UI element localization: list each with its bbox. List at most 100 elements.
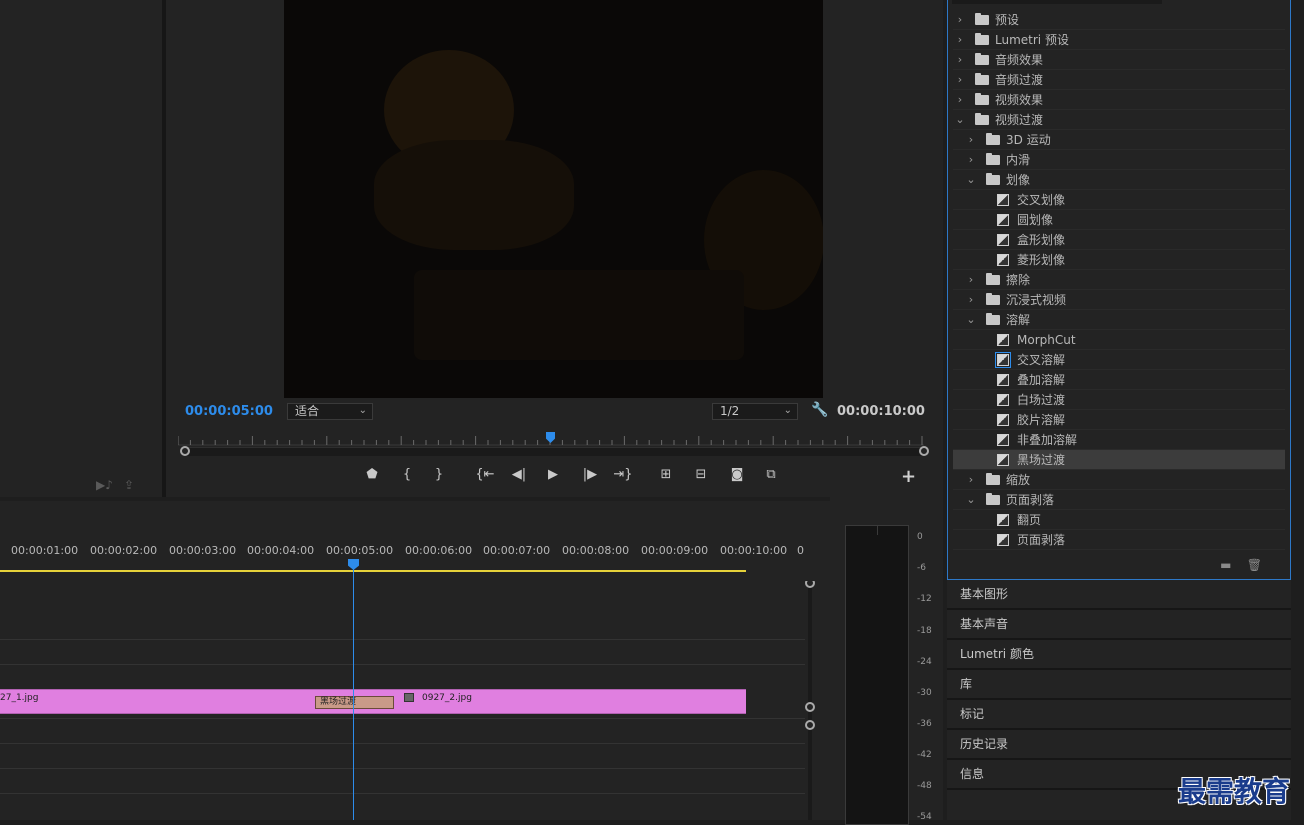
- effect-item-row[interactable]: 胶片溶解: [953, 410, 1285, 430]
- panel-history[interactable]: 历史记录: [947, 730, 1291, 760]
- chevron-right-icon[interactable]: ›: [955, 90, 965, 110]
- effect-label: 交叉溶解: [1017, 353, 1066, 367]
- effects-folder-row[interactable]: › 缩放: [953, 470, 1285, 490]
- effects-folder-row[interactable]: › 视频效果: [953, 90, 1285, 110]
- effect-item-row[interactable]: MorphCut: [953, 330, 1285, 350]
- mark-in-icon[interactable]: {: [396, 465, 418, 485]
- effect-item-row[interactable]: 菱形划像: [953, 250, 1285, 270]
- timeline-ruler[interactable]: 00:00:01:00 00:00:02:00 00:00:03:00 00:0…: [0, 541, 804, 561]
- export-icon[interactable]: ⇪: [124, 478, 134, 492]
- step-back-icon[interactable]: ◀|: [508, 465, 530, 485]
- effect-item-row[interactable]: 交叉溶解: [953, 350, 1285, 370]
- effects-folder-row[interactable]: › 内滑: [953, 150, 1285, 170]
- marker-icon[interactable]: ⬟: [361, 465, 383, 485]
- work-area-bar[interactable]: [0, 570, 746, 572]
- zoom-select[interactable]: 适合 ⌄: [287, 403, 373, 420]
- go-to-in-icon[interactable]: {⇤: [474, 465, 496, 485]
- chevron-right-icon[interactable]: ›: [966, 270, 976, 290]
- effects-folder-row[interactable]: ⌄ 划像: [953, 170, 1285, 190]
- scroll-handle[interactable]: [805, 581, 815, 588]
- panel-essential-sound[interactable]: 基本声音: [947, 610, 1291, 640]
- step-forward-icon[interactable]: |▶: [579, 465, 601, 485]
- effects-folder-row[interactable]: › 3D 运动: [953, 130, 1285, 150]
- effect-item-row[interactable]: 交叉划像: [953, 190, 1285, 210]
- chevron-right-icon[interactable]: ›: [966, 130, 976, 150]
- resolution-select[interactable]: 1/2 ⌄: [712, 403, 798, 420]
- effects-folder-row[interactable]: ⌄ 页面剥落: [953, 490, 1285, 510]
- effects-folder-row[interactable]: ⌄ 溶解: [953, 310, 1285, 330]
- chevron-down-icon[interactable]: ⌄: [966, 170, 976, 190]
- chevron-right-icon[interactable]: ›: [966, 470, 976, 490]
- folder-icon: [986, 293, 1000, 305]
- panel-markers[interactable]: 标记: [947, 700, 1291, 730]
- delete-icon[interactable]: 🗑: [1247, 558, 1262, 572]
- new-bin-icon[interactable]: ▬: [1220, 558, 1231, 572]
- effect-label: 视频过渡: [995, 113, 1044, 127]
- play-icon[interactable]: ▶: [542, 465, 564, 485]
- chevron-right-icon[interactable]: ›: [955, 50, 965, 70]
- audio-only-icon[interactable]: ▶♪: [96, 478, 113, 492]
- folder-icon: [975, 113, 989, 125]
- lift-icon[interactable]: ⊞: [655, 465, 677, 485]
- effect-label: 交叉划像: [1017, 193, 1066, 207]
- mark-out-icon[interactable]: }: [428, 465, 450, 485]
- db-label: -54: [917, 812, 932, 822]
- effects-folder-row[interactable]: › Lumetri 预设: [953, 30, 1285, 50]
- chevron-right-icon[interactable]: ›: [966, 150, 976, 170]
- effect-item-row[interactable]: 翻页: [953, 510, 1285, 530]
- transition-clip[interactable]: 黑场过渡: [315, 696, 394, 709]
- effect-label: 3D 运动: [1006, 133, 1051, 147]
- timeline-vertical-scrollbar[interactable]: [805, 581, 815, 820]
- export-frame-icon[interactable]: ◙: [726, 465, 748, 485]
- panel-lumetri-color[interactable]: Lumetri 颜色: [947, 640, 1291, 670]
- folder-icon: [986, 153, 1000, 165]
- transition-effect-icon: [997, 414, 1009, 426]
- effect-label: 白场过渡: [1017, 393, 1066, 407]
- scroll-handle-left[interactable]: [180, 446, 190, 456]
- effects-folder-row[interactable]: › 音频过渡: [953, 70, 1285, 90]
- scroll-handle[interactable]: [805, 720, 815, 730]
- chevron-right-icon[interactable]: ›: [955, 30, 965, 50]
- go-to-out-icon[interactable]: ⇥}: [612, 465, 634, 485]
- effect-item-row[interactable]: 盒形划像: [953, 230, 1285, 250]
- playhead-timecode[interactable]: 00:00:05:00: [185, 404, 273, 419]
- chevron-right-icon[interactable]: ›: [966, 290, 976, 310]
- chevron-down-icon[interactable]: ⌄: [966, 310, 976, 330]
- effect-item-row[interactable]: 叠加溶解: [953, 370, 1285, 390]
- timeline-playhead-line[interactable]: [353, 566, 354, 820]
- effects-folder-row[interactable]: › 预设: [953, 10, 1285, 30]
- effects-search-input[interactable]: [952, 0, 1162, 4]
- chevron-right-icon[interactable]: ›: [955, 70, 965, 90]
- effects-folder-row[interactable]: ⌄ 视频过渡: [953, 110, 1285, 130]
- effects-folder-row[interactable]: › 擦除: [953, 270, 1285, 290]
- effects-folder-row[interactable]: › 音频效果: [953, 50, 1285, 70]
- clip-1-name: 27_1.jpg: [0, 693, 39, 703]
- effect-label: 划像: [1006, 173, 1031, 187]
- comparison-view-icon[interactable]: ⧉: [760, 465, 782, 485]
- chevron-down-icon[interactable]: ⌄: [955, 110, 965, 130]
- scroll-handle[interactable]: [805, 702, 815, 712]
- effect-label: 内滑: [1006, 153, 1031, 167]
- panel-libraries[interactable]: 库: [947, 670, 1291, 700]
- effect-item-row[interactable]: 白场过渡: [953, 390, 1285, 410]
- scroll-handle-right[interactable]: [919, 446, 929, 456]
- db-label: -12: [917, 594, 932, 604]
- extract-icon[interactable]: ⊟: [690, 465, 712, 485]
- panel-essential-graphics[interactable]: 基本图形: [947, 580, 1291, 610]
- timeline-playhead[interactable]: [348, 559, 359, 570]
- effect-item-row[interactable]: 黑场过渡: [953, 450, 1285, 470]
- settings-wrench-icon[interactable]: 🔧: [811, 402, 828, 418]
- add-button-icon[interactable]: +: [901, 466, 916, 487]
- zoom-scrollbar[interactable]: [185, 447, 923, 456]
- effect-item-row[interactable]: 非叠加溶解: [953, 430, 1285, 450]
- ruler-label: 0: [797, 544, 804, 557]
- effect-item-row[interactable]: 页面剥落: [953, 530, 1285, 550]
- folder-icon: [975, 73, 989, 85]
- effect-label: 溶解: [1006, 313, 1031, 327]
- effects-folder-row[interactable]: › 沉浸式视频: [953, 290, 1285, 310]
- chevron-right-icon[interactable]: ›: [955, 10, 965, 30]
- program-monitor: 00:00:05:00 适合 ⌄ 1/2 ⌄ 🔧 00:00:10:00 ⬟ {…: [166, 0, 943, 497]
- chevron-down-icon[interactable]: ⌄: [966, 490, 976, 510]
- effect-item-row[interactable]: 圆划像: [953, 210, 1285, 230]
- transition-effect-icon: [997, 194, 1009, 206]
